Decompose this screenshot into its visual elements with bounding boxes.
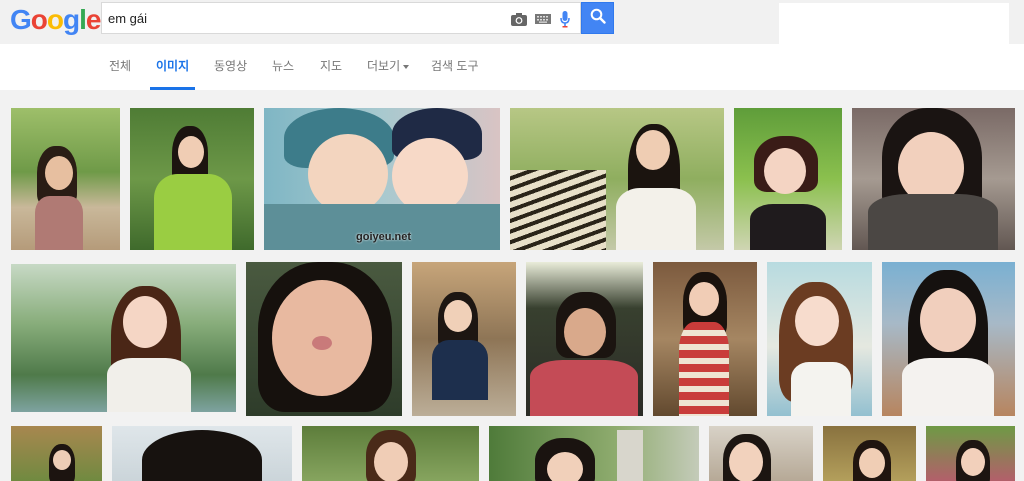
image-result[interactable] <box>926 426 1015 481</box>
top-bar: Google <box>0 0 1024 47</box>
image-result[interactable] <box>526 262 643 416</box>
tab-all[interactable]: 전체 <box>109 44 131 90</box>
google-logo[interactable]: Google <box>10 4 102 36</box>
tab-label: 전체 <box>109 59 132 73</box>
image-result[interactable] <box>882 262 1015 416</box>
image-result[interactable] <box>510 108 724 250</box>
tab-label: 동영상 <box>214 59 248 73</box>
chevron-down-icon <box>403 64 410 69</box>
search-button[interactable] <box>581 2 614 34</box>
tab-maps[interactable]: 지도 <box>320 44 342 90</box>
image-result[interactable]: goiyeu.net <box>264 108 500 250</box>
logo-letter: l <box>79 4 87 35</box>
image-result[interactable] <box>734 108 842 250</box>
tab-images[interactable]: 이미지 <box>150 44 196 90</box>
logo-letter: o <box>30 4 48 35</box>
search-icon <box>590 8 606 29</box>
image-result[interactable] <box>852 108 1015 250</box>
logo-letter: G <box>10 4 32 35</box>
image-result[interactable] <box>11 108 120 250</box>
tab-label: 검색 도구 <box>431 59 479 73</box>
image-result[interactable] <box>823 426 916 481</box>
image-result[interactable] <box>130 108 254 250</box>
image-result[interactable] <box>11 264 236 412</box>
tab-more[interactable]: 더보기 <box>367 44 410 90</box>
hat-pattern <box>510 170 606 250</box>
logo-letter: g <box>63 4 80 35</box>
image-results-grid: goiyeu.net <box>0 90 1024 481</box>
keyboard-icon[interactable] <box>534 10 552 28</box>
logo-letter: o <box>46 4 64 35</box>
image-result[interactable] <box>709 426 813 481</box>
image-result[interactable] <box>302 426 479 481</box>
microphone-icon[interactable] <box>558 10 572 28</box>
image-result[interactable] <box>112 426 292 481</box>
image-result[interactable] <box>246 262 402 416</box>
image-result[interactable] <box>653 262 757 416</box>
tab-label: 이미지 <box>156 59 190 73</box>
tab-label: 더보기 <box>367 59 401 73</box>
image-result[interactable] <box>767 262 872 416</box>
tab-videos[interactable]: 동영상 <box>214 44 247 90</box>
tab-news[interactable]: 뉴스 <box>272 44 294 90</box>
search-box <box>101 2 581 34</box>
account-area <box>779 3 1009 47</box>
image-result[interactable] <box>11 426 102 481</box>
search-input[interactable] <box>108 9 488 27</box>
image-result[interactable] <box>412 262 516 416</box>
watermark: goiyeu.net <box>356 231 412 243</box>
tower-shape <box>617 430 643 481</box>
search-tabs: 전체 이미지 동영상 뉴스 지도 더보기 검색 도구 <box>0 44 1024 121</box>
camera-icon[interactable] <box>510 10 528 28</box>
logo-letter: e <box>85 4 102 35</box>
tab-search-tools[interactable]: 검색 도구 <box>431 44 479 90</box>
tab-label: 지도 <box>320 59 343 73</box>
tab-label: 뉴스 <box>272 59 295 73</box>
image-result[interactable] <box>489 426 699 481</box>
